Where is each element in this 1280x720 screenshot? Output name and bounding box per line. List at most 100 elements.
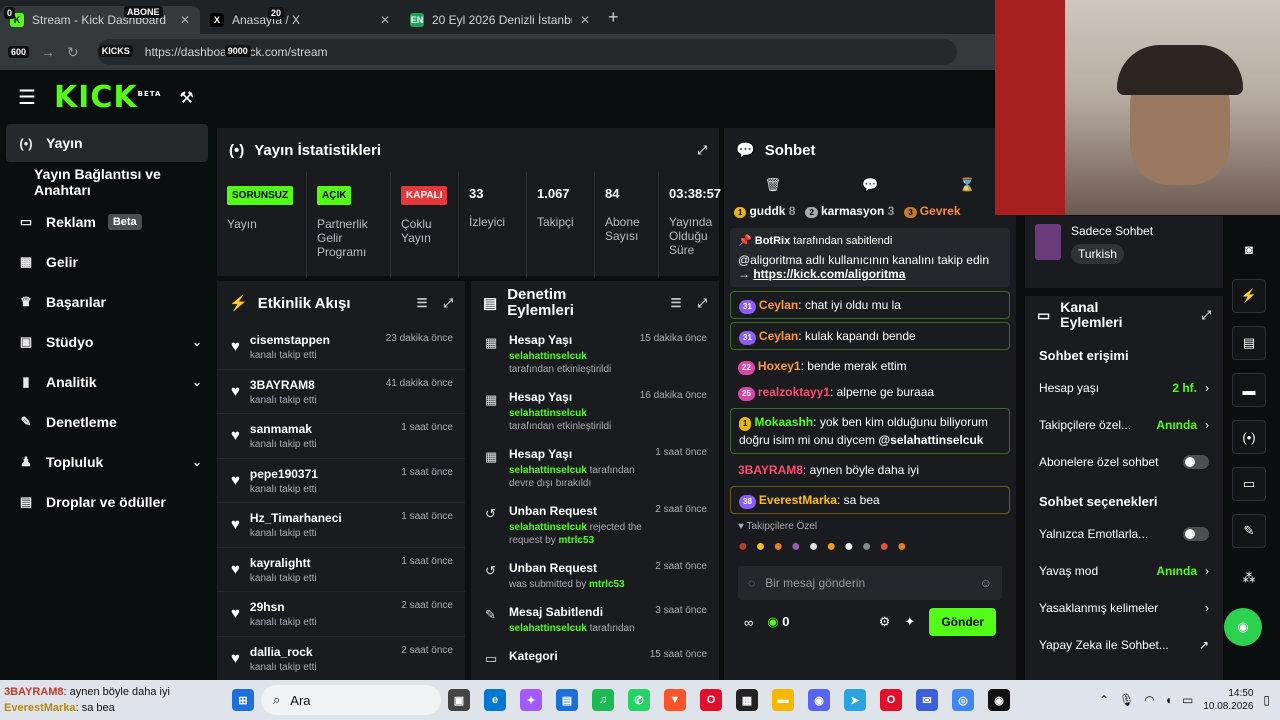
telegram-icon[interactable]: ➤ (844, 689, 866, 711)
send-button[interactable]: Gönder (929, 608, 996, 636)
hammer-icon[interactable]: ⚒ (179, 88, 193, 108)
emote-icon[interactable]: ● (738, 538, 748, 556)
wrench-icon[interactable]: ✎ (1232, 514, 1266, 548)
sidebar-item-studyo[interactable]: ▣ Stüdyo ⌄ (0, 322, 214, 362)
toggle-switch[interactable] (1183, 454, 1209, 469)
emote-icon[interactable]: ● (897, 538, 907, 556)
broadcast-icon[interactable]: (•) (1232, 420, 1266, 454)
battery-icon[interactable]: ▭ (1182, 693, 1193, 707)
item-name[interactable]: 3BAYRAM8 (250, 378, 376, 392)
pinned-link[interactable]: https://kick.com/aligoritma (753, 267, 905, 281)
item-name[interactable]: 29hsn (250, 600, 391, 614)
app-icon[interactable]: ✉ (916, 689, 938, 711)
toggle-switch[interactable] (1183, 526, 1209, 541)
sidebar-item-analitik[interactable]: ▮ Analitik ⌄ (0, 362, 214, 402)
volume-icon[interactable]: ◖ (1165, 693, 1172, 707)
emote-icon[interactable]: ● (862, 538, 872, 556)
chat-input[interactable]: ◌ Bir mesaj gönderin ☺ (738, 566, 1002, 600)
chat-username[interactable]: Hoxey1 (758, 359, 801, 373)
mention[interactable]: @selahattinselcuk (878, 433, 983, 447)
expand-icon[interactable]: ⤢ (697, 296, 707, 311)
top-chatter[interactable]: 1 guddk 8 (734, 204, 795, 218)
camera-icon[interactable]: ◙ (1232, 232, 1266, 266)
pinned-by[interactable]: BotRix (755, 235, 790, 247)
user-link[interactable]: selahattinselcuk (509, 408, 587, 419)
sidebar-item-droplar[interactable]: ▤ Droplar ve ödüller (0, 482, 214, 522)
folder-icon[interactable]: ▬ (772, 689, 794, 711)
reload-icon[interactable]: ↻ (67, 44, 79, 61)
chat-bubble-icon[interactable]: 💬 (862, 177, 878, 193)
opera-gx-icon[interactable]: O (880, 689, 902, 711)
gear-icon[interactable]: ⚙ (879, 614, 891, 630)
opera-icon[interactable]: O (700, 689, 722, 711)
chat-username[interactable]: Ceylan (759, 329, 798, 343)
microphone-icon[interactable]: 🎙 (1119, 693, 1134, 707)
whatsapp-icon[interactable]: ✆ (628, 689, 650, 711)
chat-username[interactable]: Mokaashh (754, 415, 813, 429)
kick-logo[interactable]: KICKBETA (54, 80, 161, 115)
emote-icon[interactable]: ● (756, 538, 766, 556)
emoji-icon[interactable]: ☺ (980, 576, 992, 590)
filter-icon[interactable]: ☰ (417, 296, 428, 310)
discord-icon[interactable]: ◉ (808, 689, 830, 711)
sidebar-item-reklam[interactable]: ▭ Reklam Beta (0, 202, 214, 242)
trash-icon[interactable]: 🗑 (765, 177, 782, 193)
top-chatter[interactable]: 2 karmasyon 3 (805, 204, 894, 218)
close-icon[interactable]: ✕ (580, 13, 590, 27)
item-name[interactable]: Hz_Timarhaneci (250, 511, 391, 525)
browser-tab-x[interactable]: X Anasayfa / X ✕ (200, 6, 400, 34)
brave-icon[interactable]: ▼ (664, 689, 686, 711)
top-chatter[interactable]: 3 Gevrek (904, 204, 961, 218)
sidebar-item-topluluk[interactable]: ♟ Topluluk ⌄ (0, 442, 214, 482)
spotify-icon[interactable]: ♫ (592, 689, 614, 711)
hourglass-icon[interactable]: ⌛ (959, 177, 975, 193)
notification-icon[interactable]: ▯ (1263, 693, 1270, 707)
sidebar-item-yayin[interactable]: (•) Yayın (6, 124, 208, 162)
url-input[interactable]: KICKS https://dashboard.kick.com/stream … (96, 39, 957, 65)
item-name[interactable]: cisemstappen (250, 333, 376, 347)
store-icon[interactable]: ▤ (556, 689, 578, 711)
chevron-up-icon[interactable]: ⌃ (1099, 693, 1109, 707)
chrome-icon[interactable]: ◎ (952, 689, 974, 711)
close-icon[interactable]: ✕ (380, 13, 390, 27)
document-icon[interactable]: ▤ (1232, 326, 1266, 360)
chat-username[interactable]: EverestMarka (759, 493, 837, 507)
user-link[interactable]: mtrlc53 (589, 579, 625, 590)
user-link[interactable]: mtrlc53 (558, 535, 594, 546)
edge-icon[interactable]: e (484, 689, 506, 711)
channel-icon[interactable]: ▭ (1232, 467, 1266, 501)
user-link[interactable]: selahattinselcuk (509, 351, 587, 362)
item-name[interactable]: dallia_rock (250, 645, 391, 659)
forward-icon[interactable]: → (41, 44, 55, 60)
bolt-icon[interactable]: ⚡ (1232, 279, 1266, 313)
filter-icon[interactable]: ☰ (671, 296, 682, 310)
item-name[interactable]: sanmamak (250, 422, 391, 436)
sidebar-item-basarilar[interactable]: ♛ Başarılar (0, 282, 214, 322)
expand-icon[interactable]: ⤢ (697, 143, 707, 158)
support-icon[interactable]: ◉ (1224, 608, 1262, 646)
chat-bubble-icon[interactable]: ▬ (1232, 373, 1266, 407)
emote-icon[interactable]: ● (844, 538, 854, 556)
infinity-icon[interactable]: ∞ (744, 615, 753, 630)
task-view-icon[interactable]: ▣ (448, 689, 470, 711)
points-display[interactable]: ◉ 0 (767, 614, 789, 630)
chat-username[interactable]: 3BAYRAM8 (738, 463, 803, 477)
obs-icon[interactable]: ◉ (988, 689, 1010, 711)
setting-slow-mode[interactable]: Yavaş mod Anında › (1025, 552, 1223, 589)
menu-icon[interactable]: ☰ (18, 85, 36, 110)
gift-icon[interactable]: ✦ (904, 614, 915, 630)
taskbar-search[interactable]: ⌕ Ara (261, 685, 441, 715)
apps-icon[interactable]: ⁂ (1232, 561, 1266, 595)
item-name[interactable]: kayralightt (250, 556, 391, 570)
chat-username[interactable]: realzoktayy1 (758, 385, 830, 399)
sidebar-item-baglanti[interactable]: Yayın Bağlantısı ve Anahtarı (0, 162, 214, 202)
close-icon[interactable]: ✕ (180, 13, 190, 27)
clock[interactable]: 14:50 10.08.2026 (1203, 687, 1253, 713)
sidebar-item-gelir[interactable]: ▦ Gelir (0, 242, 214, 282)
copilot-icon[interactable]: ✦ (520, 689, 542, 711)
browser-tab-kick[interactable]: K Stream - Kick Dashboard ✕ (0, 6, 200, 34)
app-icon[interactable]: ▦ (736, 689, 758, 711)
sidebar-item-denetleme[interactable]: ✎ Denetleme (0, 402, 214, 442)
user-link[interactable]: selahattinselcuk (509, 522, 587, 533)
wifi-icon[interactable]: ◠ (1144, 693, 1154, 707)
